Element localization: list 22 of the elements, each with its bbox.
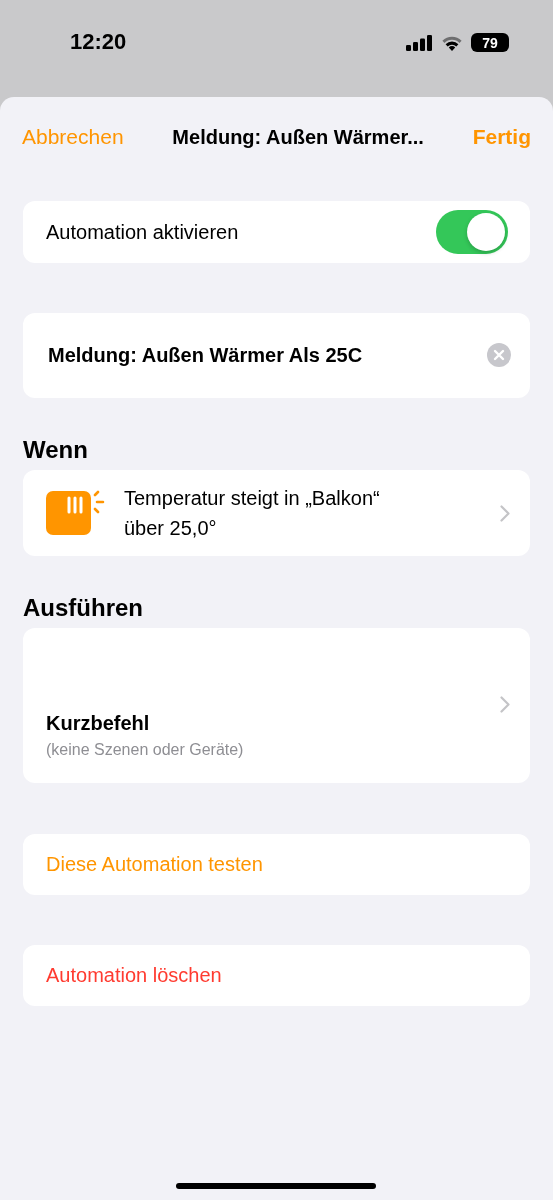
test-button[interactable]: Diese Automation testen <box>23 834 530 895</box>
delete-button[interactable]: Automation löschen <box>23 945 530 1006</box>
status-time: 12:20 <box>70 29 127 55</box>
section-header: Wenn <box>23 436 89 465</box>
action-title: Kurzbefehl <box>46 712 151 735</box>
chevron-icon <box>500 504 510 522</box>
wifi-icon <box>441 34 463 51</box>
name-field[interactable]: Meldung: Außen Wärmer Als 25C <box>23 313 530 398</box>
trigger-row[interactable]: Temperatur steigt in „Balkon“ über 25,0° <box>23 470 530 556</box>
trigger-description: Temperatur steigt in „Balkon“ über 25,0° <box>124 486 381 541</box>
action-subtitle: (keine Szenen oder Geräte) <box>46 741 245 759</box>
battery-icon: 79 <box>471 33 509 52</box>
done-button[interactable]: Fertig <box>472 125 531 149</box>
section-header: Ausführen <box>23 594 144 623</box>
row-label: Automation aktivieren <box>46 220 239 244</box>
sheet-title: Meldung: Außen Wärmer... <box>172 125 424 149</box>
toggle-switch[interactable] <box>436 210 508 254</box>
clear-icon[interactable] <box>487 343 511 367</box>
action-row[interactable]: Kurzbefehl (keine Szenen oder Geräte) <box>23 628 530 783</box>
chevron-icon <box>500 696 510 713</box>
cancel-button[interactable]: Abbrechen <box>22 125 124 149</box>
signal-icon <box>406 34 433 51</box>
